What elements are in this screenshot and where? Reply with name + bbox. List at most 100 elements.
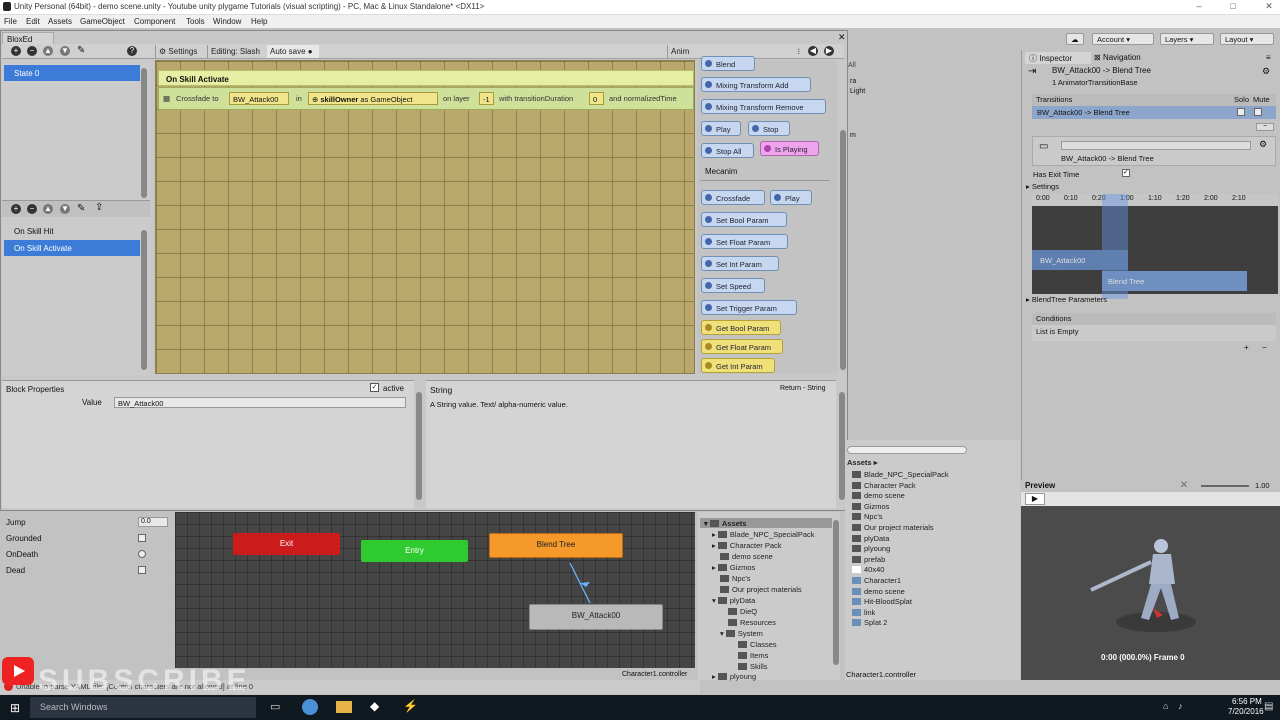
menu-component[interactable]: Component — [134, 17, 175, 26]
palette-set-speed[interactable]: Set Speed — [701, 278, 765, 293]
maximize-icon[interactable]: □ — [1226, 1, 1240, 13]
asset-item[interactable]: prefab — [852, 555, 885, 564]
settings-button[interactable]: ⚙ Settings — [155, 45, 200, 58]
edit-icon[interactable]: ✎ — [77, 45, 85, 56]
tree-item[interactable]: Classes — [738, 640, 777, 649]
event-down-icon[interactable]: ▼ — [60, 204, 70, 214]
unity-taskbar-icon[interactable]: ◆ — [370, 699, 379, 713]
palette-is-playing[interactable]: Is Playing — [760, 141, 819, 156]
palette-mixing-add[interactable]: Mixing Transform Add — [701, 77, 811, 92]
menu-window[interactable]: Window — [213, 17, 241, 26]
hier-item[interactable]: m — [850, 132, 856, 139]
tree-item[interactable]: ▸ plyoung — [712, 672, 756, 681]
skillowner-field[interactable]: ⊕ skillOwner as GameObject — [308, 92, 438, 105]
asset-item[interactable]: demo scene — [852, 587, 905, 596]
duration-field[interactable]: 0 — [589, 92, 604, 105]
gear-icon[interactable]: ⚙ — [1262, 66, 1270, 77]
remove-icon[interactable]: − — [27, 46, 37, 56]
notification-icon[interactable]: ▤ — [1264, 701, 1273, 712]
asset-item[interactable]: link — [852, 608, 875, 617]
palette-get-float[interactable]: Get Float Param — [701, 339, 783, 354]
state-name-field[interactable]: BW_Attack00 — [229, 92, 289, 105]
remove-event-icon[interactable]: − — [27, 204, 37, 214]
remove-condition-button[interactable]: − — [1262, 343, 1267, 352]
asset-item[interactable]: Splat 2 — [852, 618, 887, 627]
tree-item[interactable]: Resources — [728, 618, 776, 627]
param-trigger[interactable] — [138, 550, 146, 558]
value-input[interactable]: BW_Attack00 — [114, 397, 406, 408]
breadcrumb[interactable]: Assets ▸ — [847, 458, 877, 467]
event-block-title[interactable]: On Skill Activate — [158, 70, 694, 86]
palette-set-trigger[interactable]: Set Trigger Param — [701, 300, 797, 315]
play-icon[interactable]: ▶ — [1025, 493, 1045, 505]
asset-item[interactable]: 40x40 — [852, 565, 884, 574]
transition-row[interactable]: BW_Attack00 -> Blend Tree — [1032, 106, 1276, 119]
mute-checkbox[interactable] — [1254, 108, 1262, 116]
hier-item[interactable]: Light — [850, 88, 865, 95]
menu-edit[interactable]: Edit — [26, 17, 40, 26]
entry-node[interactable]: Entry — [361, 540, 468, 562]
tree-item[interactable]: DieQ — [728, 607, 757, 616]
prev-icon[interactable]: ◀ — [808, 46, 818, 56]
param-float-input[interactable]: 0.0 — [138, 517, 168, 527]
asset-item[interactable]: Npc's — [852, 512, 883, 521]
props-scrollbar[interactable] — [416, 392, 422, 500]
asset-item[interactable]: Blade_NPC_SpecialPack — [852, 470, 949, 479]
chrome-icon[interactable] — [302, 699, 318, 715]
tree-item[interactable]: Skills — [738, 662, 768, 671]
monodevelop-icon[interactable]: ⚡ — [403, 699, 418, 713]
speed-slider[interactable] — [1201, 485, 1249, 487]
palette-crossfade[interactable]: Crossfade — [701, 190, 765, 205]
palette-get-bool[interactable]: Get Bool Param — [701, 320, 781, 335]
volume-icon[interactable]: ♪ — [1178, 701, 1183, 711]
palette-set-bool[interactable]: Set Bool Param — [701, 212, 787, 227]
tree-item[interactable]: demo scene — [720, 552, 773, 561]
transition-gear-icon[interactable]: ⚙ — [1259, 139, 1267, 150]
transition-arrow[interactable] — [560, 555, 600, 610]
palette-stop[interactable]: Stop — [748, 121, 790, 136]
close-icon[interactable]: ✕ — [1262, 1, 1276, 13]
add-condition-button[interactable]: + — [1244, 343, 1249, 352]
menu-tools[interactable]: Tools — [186, 17, 205, 26]
asset-item[interactable]: plyoung — [852, 544, 890, 553]
tree-item[interactable]: ▾ plyData — [712, 596, 755, 605]
file-explorer-icon[interactable] — [336, 701, 352, 713]
layout-dropdown[interactable]: Layout ▾ — [1220, 33, 1274, 45]
cloud-icon[interactable]: ☁ — [1066, 33, 1084, 45]
upload-icon[interactable]: ⇪ — [95, 202, 103, 213]
param-checkbox[interactable] — [138, 566, 146, 574]
tree-item[interactable]: Our project materials — [720, 585, 802, 594]
add-event-icon[interactable]: + — [11, 204, 21, 214]
event-up-icon[interactable]: ▲ — [43, 204, 53, 214]
menu-help[interactable]: Help — [251, 17, 267, 26]
hier-item[interactable]: ra — [850, 78, 856, 85]
add-icon[interactable]: + — [11, 46, 21, 56]
asset-item[interactable]: Our project materials — [852, 523, 934, 532]
layers-dropdown[interactable]: Layers ▾ — [1160, 33, 1214, 45]
next-icon[interactable]: ▶ — [824, 46, 834, 56]
tree-item[interactable]: ▸ Character Pack — [712, 541, 782, 550]
minimize-icon[interactable]: – — [1192, 1, 1206, 13]
asset-item[interactable]: plyData — [852, 534, 889, 543]
palette-set-float[interactable]: Set Float Param — [701, 234, 788, 249]
move-up-icon[interactable]: ▲ — [43, 46, 53, 56]
param-checkbox[interactable] — [138, 534, 146, 542]
canvas-scrollbar[interactable] — [840, 130, 846, 370]
autosave-toggle[interactable]: Auto save ● — [267, 45, 319, 58]
tree-item[interactable]: Items — [738, 651, 768, 660]
network-icon[interactable]: ⌂ — [1163, 701, 1168, 711]
menu-file[interactable]: File — [4, 17, 17, 26]
search-input[interactable] — [847, 446, 967, 454]
blend-tree-node[interactable]: Blend Tree — [489, 533, 623, 558]
tree-item[interactable]: ▸ Blade_NPC_SpecialPack — [712, 530, 815, 539]
blendtree-params-foldout[interactable]: ▸ BlendTree Parameters — [1026, 295, 1107, 304]
palette-play[interactable]: Play — [701, 121, 741, 136]
asset-item[interactable]: Character1 — [852, 576, 901, 585]
has-exit-checkbox[interactable]: ✓ — [1122, 169, 1130, 177]
palette-mecanim-play[interactable]: Play — [770, 190, 812, 205]
tree-scrollbar[interactable] — [833, 520, 839, 665]
tab-inspector[interactable]: ⓘ Inspector — [1025, 52, 1091, 64]
layer-field[interactable]: -1 — [479, 92, 494, 105]
tree-root[interactable]: ▾ Assets — [704, 519, 746, 528]
move-down-icon[interactable]: ▼ — [60, 46, 70, 56]
